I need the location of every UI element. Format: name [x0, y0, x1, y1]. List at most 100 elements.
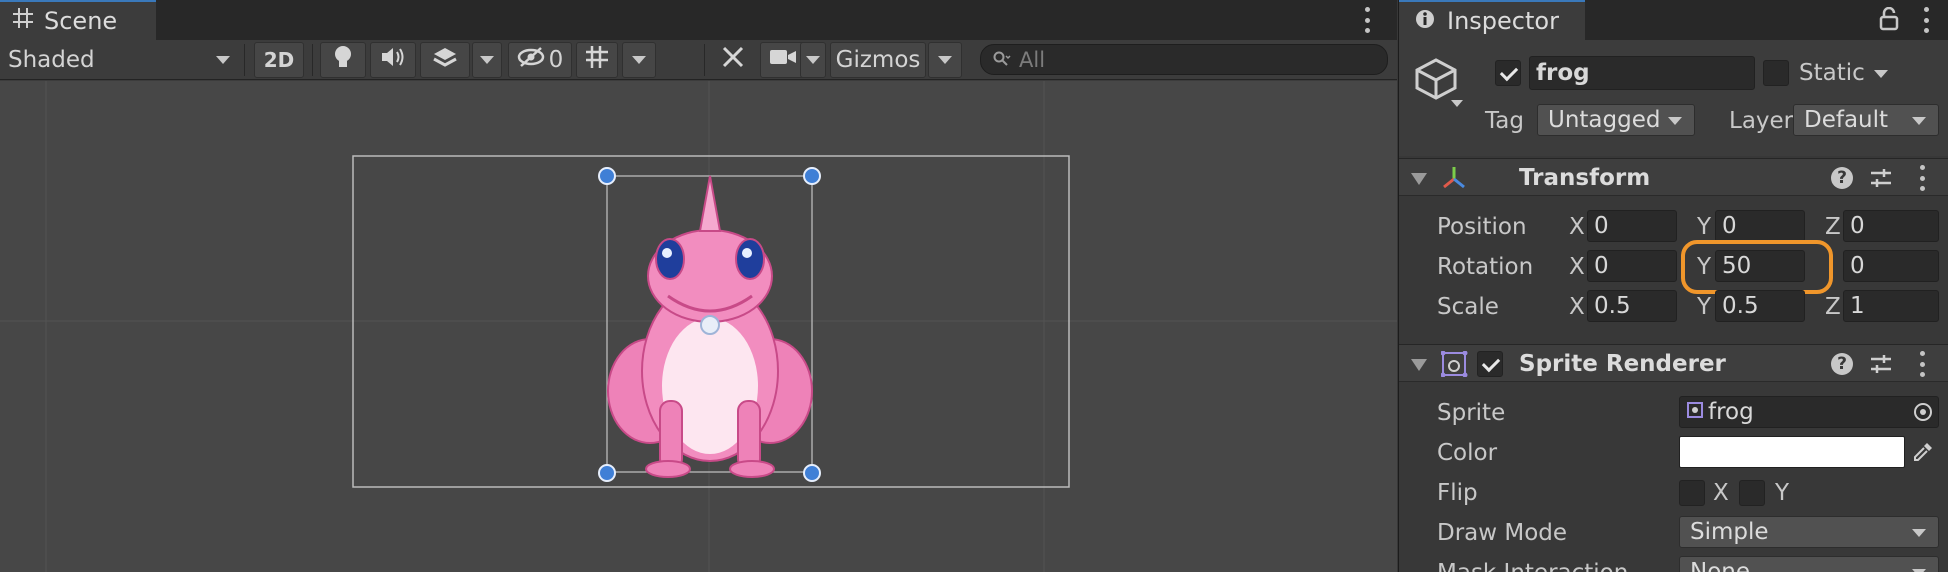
position-y-value: 0 [1722, 213, 1737, 239]
sprite-renderer-title: Sprite Renderer [1519, 351, 1726, 377]
rotation-z-field[interactable]: 0 [1843, 250, 1939, 282]
gameobject-name-field[interactable]: frog [1529, 56, 1755, 90]
scene-tab[interactable]: Scene [0, 0, 156, 40]
effects-toggle[interactable] [420, 42, 470, 78]
gizmos-button[interactable]: Gizmos [830, 42, 926, 78]
scene-search-input[interactable]: All [980, 44, 1388, 75]
resize-handle-bottom-left[interactable] [598, 464, 616, 482]
scale-x-field[interactable]: 0.5 [1587, 290, 1677, 322]
rotation-label: Rotation [1437, 254, 1534, 280]
rotation-x-field[interactable]: 0 [1587, 250, 1677, 282]
speaker-icon [380, 46, 406, 74]
draw-mode-label: Draw Mode [1437, 520, 1568, 546]
sprite-renderer-more-menu-icon[interactable] [1919, 351, 1925, 377]
inspector-panel: Inspector frog Static Tag Untagged Layer… [1398, 0, 1948, 572]
grid-snapping-dropdown[interactable] [622, 42, 656, 78]
static-checkbox[interactable] [1763, 60, 1789, 86]
layer-dropdown[interactable]: Default [1793, 104, 1939, 136]
position-x-value: 0 [1594, 213, 1609, 239]
flip-y-checkbox[interactable] [1739, 480, 1765, 506]
grid-snapping-toggle[interactable] [576, 42, 618, 78]
flip-label: Flip [1437, 480, 1478, 506]
camera-icon [769, 47, 797, 73]
draw-mode-dropdown[interactable]: Simple [1679, 516, 1939, 548]
static-label: Static [1799, 60, 1865, 86]
help-icon[interactable]: ? [1831, 167, 1853, 189]
mode-2d-toggle[interactable]: 2D [254, 42, 304, 78]
frog-sprite[interactable] [607, 175, 813, 478]
tag-label: Tag [1485, 108, 1524, 134]
lock-icon[interactable] [1879, 6, 1899, 35]
color-swatch[interactable] [1679, 436, 1905, 468]
scene-tab-label: Scene [44, 7, 118, 35]
inspector-tab[interactable]: Inspector [1399, 0, 1585, 40]
static-dropdown[interactable]: Static [1799, 60, 1889, 86]
transform-more-menu-icon[interactable] [1919, 165, 1925, 191]
tag-value: Untagged [1548, 107, 1661, 133]
toolbar-divider [312, 44, 313, 76]
chevron-down-icon [1874, 69, 1889, 78]
scene-panel: Scene Shaded 2D 0 Gizmos All [0, 0, 1397, 572]
flip-x-label: X [1713, 480, 1729, 506]
sprite-object-field[interactable]: frog [1679, 396, 1939, 428]
presets-icon[interactable] [1869, 166, 1893, 194]
foldout-arrow-icon[interactable] [1411, 173, 1427, 185]
mask-interaction-label: Mask Interaction [1437, 560, 1628, 572]
hidden-count: 0 [548, 47, 564, 73]
effects-dropdown[interactable] [472, 42, 502, 78]
inspector-more-menu-icon[interactable] [1923, 7, 1929, 33]
sprite-label: Sprite [1437, 400, 1506, 426]
gameobject-name: frog [1536, 60, 1590, 86]
chevron-down-icon [938, 56, 952, 64]
sprite-renderer-header[interactable]: Sprite Renderer ? [1399, 344, 1948, 382]
search-placeholder: All [1019, 47, 1046, 72]
scale-z-value: 1 [1850, 293, 1865, 319]
grid-icon [12, 7, 34, 35]
position-z-field[interactable]: 0 [1843, 210, 1939, 242]
position-y-field[interactable]: 0 [1715, 210, 1805, 242]
camera-settings-dropdown[interactable] [800, 42, 826, 78]
color-label: Color [1437, 440, 1498, 466]
shading-mode-label: Shaded [8, 47, 95, 73]
resize-handle-bottom-right[interactable] [803, 464, 821, 482]
position-x-field[interactable]: 0 [1587, 210, 1677, 242]
scene-more-menu-icon[interactable] [1364, 7, 1370, 33]
gameobject-cube-icon[interactable] [1413, 56, 1459, 106]
mask-interaction-dropdown[interactable]: None [1679, 556, 1939, 572]
position-x-axis: X [1569, 214, 1585, 240]
foldout-arrow-icon[interactable] [1411, 359, 1427, 371]
position-z-axis: Z [1825, 214, 1841, 240]
tools-button[interactable] [712, 40, 754, 80]
flip-x-checkbox[interactable] [1679, 480, 1705, 506]
inspector-tab-label: Inspector [1447, 7, 1559, 35]
chevron-down-icon [216, 56, 230, 64]
help-icon[interactable]: ? [1831, 353, 1853, 375]
rotation-y-highlight [1681, 240, 1833, 294]
sprite-renderer-enabled-checkbox[interactable] [1477, 351, 1503, 377]
transform-header[interactable]: Transform ? [1399, 158, 1948, 196]
resize-handle-top-left[interactable] [598, 167, 616, 185]
gameobject-active-checkbox[interactable] [1495, 60, 1521, 86]
chevron-down-icon [480, 56, 494, 64]
toolbar-divider [244, 44, 245, 76]
scale-y-field[interactable]: 0.5 [1715, 290, 1805, 322]
flip-y-label: Y [1775, 480, 1790, 506]
inspector-tab-bar: Inspector [1399, 0, 1948, 40]
gizmos-dropdown[interactable] [928, 42, 962, 78]
scene-viewport[interactable] [0, 81, 1397, 572]
shading-mode-dropdown[interactable]: Shaded [0, 40, 238, 80]
lighting-toggle[interactable] [320, 42, 366, 78]
resize-handle-top-right[interactable] [803, 167, 821, 185]
object-picker-icon[interactable] [1912, 401, 1934, 429]
transform-title: Transform [1519, 165, 1651, 191]
chevron-down-icon [1912, 117, 1926, 125]
search-icon [993, 48, 1011, 72]
scale-z-axis: Z [1825, 294, 1841, 320]
presets-icon[interactable] [1869, 352, 1893, 380]
scene-tab-bar: Scene [0, 0, 1397, 40]
scale-z-field[interactable]: 1 [1843, 290, 1939, 322]
scene-visibility-toggle[interactable]: 0 [508, 42, 572, 78]
eyedropper-icon[interactable] [1911, 440, 1935, 468]
tag-dropdown[interactable]: Untagged [1537, 104, 1695, 136]
audio-toggle[interactable] [370, 42, 416, 78]
